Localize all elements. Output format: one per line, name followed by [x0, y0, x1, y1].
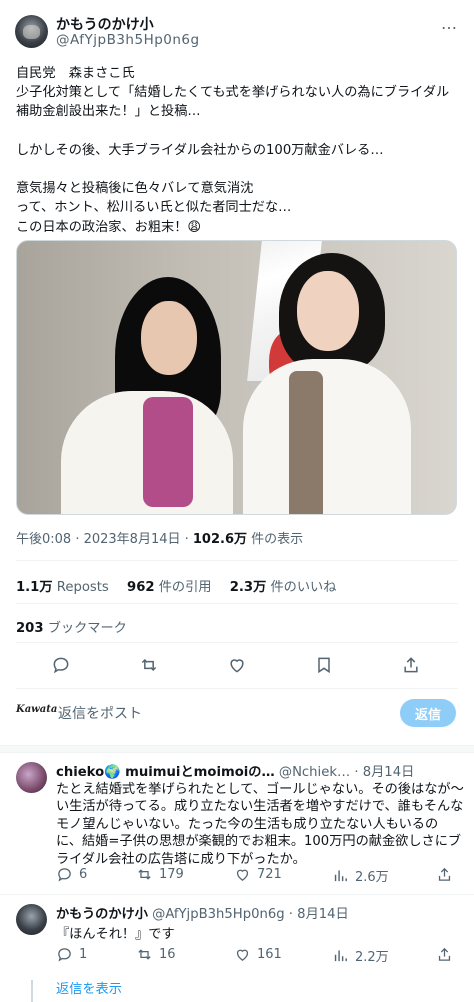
tweet-meta: 午後0:08 · 2023年8月14日 · 102.6万 件の表示 — [16, 528, 303, 547]
share-icon — [438, 867, 451, 881]
reply-reply-action[interactable]: 1 — [56, 946, 87, 963]
reply-author-name[interactable]: chieko🌍 muimuiとmoimoiの… — [56, 765, 275, 780]
reply-views-action[interactable]: 2.6万 — [332, 866, 389, 885]
views-count: 2.2万 — [355, 950, 389, 965]
reply-reply-action[interactable]: 6 — [56, 866, 87, 883]
bookmarks-label: ブックマーク — [47, 621, 127, 636]
views-label: 件の表示 — [247, 532, 304, 547]
reply-text: 『ほんそれ！』です — [56, 927, 175, 942]
reply-icon — [58, 948, 71, 962]
reply-input[interactable]: 返信をポスト — [58, 703, 142, 723]
likes-count: 2.3万 — [229, 580, 267, 595]
divider — [16, 560, 458, 561]
share-icon — [438, 947, 451, 961]
author-handle[interactable]: @AfYjpB3h5Hp0n6g — [56, 32, 200, 48]
like-icon — [236, 869, 249, 881]
like-icon — [236, 949, 249, 961]
reply-icon[interactable] — [48, 652, 74, 678]
reply-share-action[interactable] — [436, 946, 453, 963]
reply-header: かもうのかけ小 @AfYjpB3h5Hp0n6g · 8月14日 — [56, 903, 461, 922]
reply-icon — [58, 868, 71, 882]
show-replies-link[interactable]: 返信を表示 — [56, 978, 122, 997]
reply-button[interactable]: 返信 — [400, 699, 456, 727]
tweet-photo[interactable] — [16, 240, 457, 515]
reposts-stat[interactable]: 1.1万 Reposts — [16, 580, 123, 595]
quotes-count: 962 — [127, 580, 155, 595]
divider — [16, 642, 458, 643]
thread-line — [31, 980, 33, 1002]
share-icon[interactable] — [398, 652, 424, 678]
author-avatar[interactable] — [15, 15, 48, 48]
reply-share-action[interactable] — [436, 866, 453, 883]
reply-author-handle[interactable]: @AfYjpB3h5Hp0n6g — [152, 907, 284, 922]
reply-text: たとえ結婚式を挙げられたとして、ゴールじゃない。その後はなが〜い生活が待ってる。… — [56, 782, 464, 867]
repost-icon — [138, 869, 151, 880]
repost-icon — [138, 949, 151, 960]
reposts-count: 1.1万 — [16, 580, 53, 595]
reply-action-bar: 6 179 721 2.6万 — [56, 866, 460, 886]
tweet-time[interactable]: 午後0:08 · 2023年8月14日 · — [16, 532, 193, 547]
reply-author-name[interactable]: かもうのかけ小 — [56, 907, 148, 922]
reposts-label: Reposts — [56, 580, 109, 595]
repost-icon[interactable] — [136, 652, 162, 678]
views-count: 2.6万 — [355, 870, 389, 885]
divider — [16, 603, 458, 604]
reply-repost-action[interactable]: 179 — [136, 866, 184, 883]
engagement-stats: 1.1万 Reposts 962 件の引用 2.3万 件のいいね — [16, 576, 350, 595]
reply-author-handle[interactable]: @Nchiek… — [279, 765, 350, 780]
reply-views-action[interactable]: 2.2万 — [332, 946, 389, 965]
like-count: 161 — [257, 947, 282, 962]
reply-count: 6 — [79, 867, 88, 882]
likes-stat[interactable]: 2.3万 件のいいね — [230, 580, 351, 595]
reply-like-action[interactable]: 721 — [234, 866, 282, 883]
reply-header: chieko🌍 muimuiとmoimoiの… @Nchiek… · 8月14日 — [56, 761, 461, 780]
tweet-text: 自民党 森まさこ氏 少子化対策として「結婚したくても式を挙げられない人の為にブラ… — [16, 66, 450, 235]
repost-count: 179 — [159, 867, 184, 882]
like-count: 721 — [257, 867, 282, 882]
author-name[interactable]: かもうのかけ小 — [56, 14, 154, 34]
reply-date[interactable]: · 8月14日 — [354, 765, 414, 780]
bookmark-icon[interactable] — [311, 652, 337, 678]
views-count: 102.6万 — [192, 532, 248, 547]
section-separator — [0, 745, 474, 753]
bookmarks-count: 203 — [16, 621, 44, 636]
like-icon[interactable] — [224, 652, 250, 678]
action-bar — [0, 652, 474, 678]
views-icon — [334, 950, 347, 962]
likes-label: 件のいいね — [270, 580, 337, 595]
views-icon — [334, 870, 347, 882]
bookmarks-stat: 203 ブックマーク — [16, 617, 127, 636]
quotes-stat[interactable]: 962 件の引用 — [127, 580, 225, 595]
reply-date[interactable]: · 8月14日 — [289, 907, 349, 922]
divider — [16, 688, 458, 689]
divider — [0, 894, 474, 895]
reply-repost-action[interactable]: 16 — [136, 946, 176, 963]
reply-count: 1 — [79, 947, 88, 962]
more-icon[interactable]: … — [441, 14, 458, 33]
reply-avatar[interactable] — [16, 762, 47, 793]
composer-avatar: Kawata — [16, 704, 58, 715]
reply-avatar[interactable] — [16, 904, 47, 935]
quotes-label: 件の引用 — [158, 580, 212, 595]
reply-action-bar: 1 16 161 2.2万 — [56, 946, 460, 966]
reply-composer: Kawata 返信をポスト 返信 — [0, 696, 474, 732]
repost-count: 16 — [159, 947, 176, 962]
reply-like-action[interactable]: 161 — [234, 946, 282, 963]
